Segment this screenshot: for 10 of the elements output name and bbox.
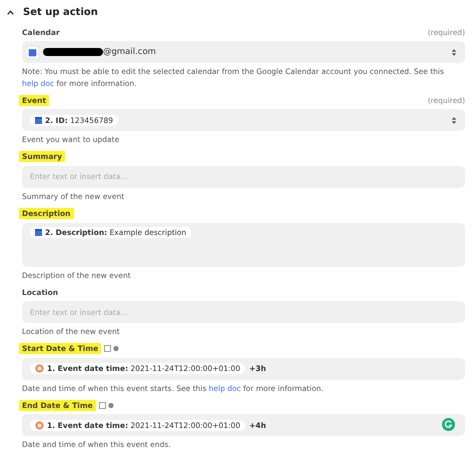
sort-icon[interactable] — [451, 116, 457, 125]
sort-icon[interactable] — [451, 48, 457, 56]
field-value: @gmail.com — [103, 47, 156, 57]
chevron-icon[interactable] — [6, 8, 15, 16]
input-field[interactable]: @gmail.com — [22, 41, 465, 63]
assistant-badge-icon[interactable] — [442, 418, 455, 432]
calendar-icon — [26, 46, 39, 58]
section-title: Set up action — [23, 6, 98, 18]
calendar-icon — [35, 116, 42, 124]
calendar-icon — [35, 228, 42, 236]
